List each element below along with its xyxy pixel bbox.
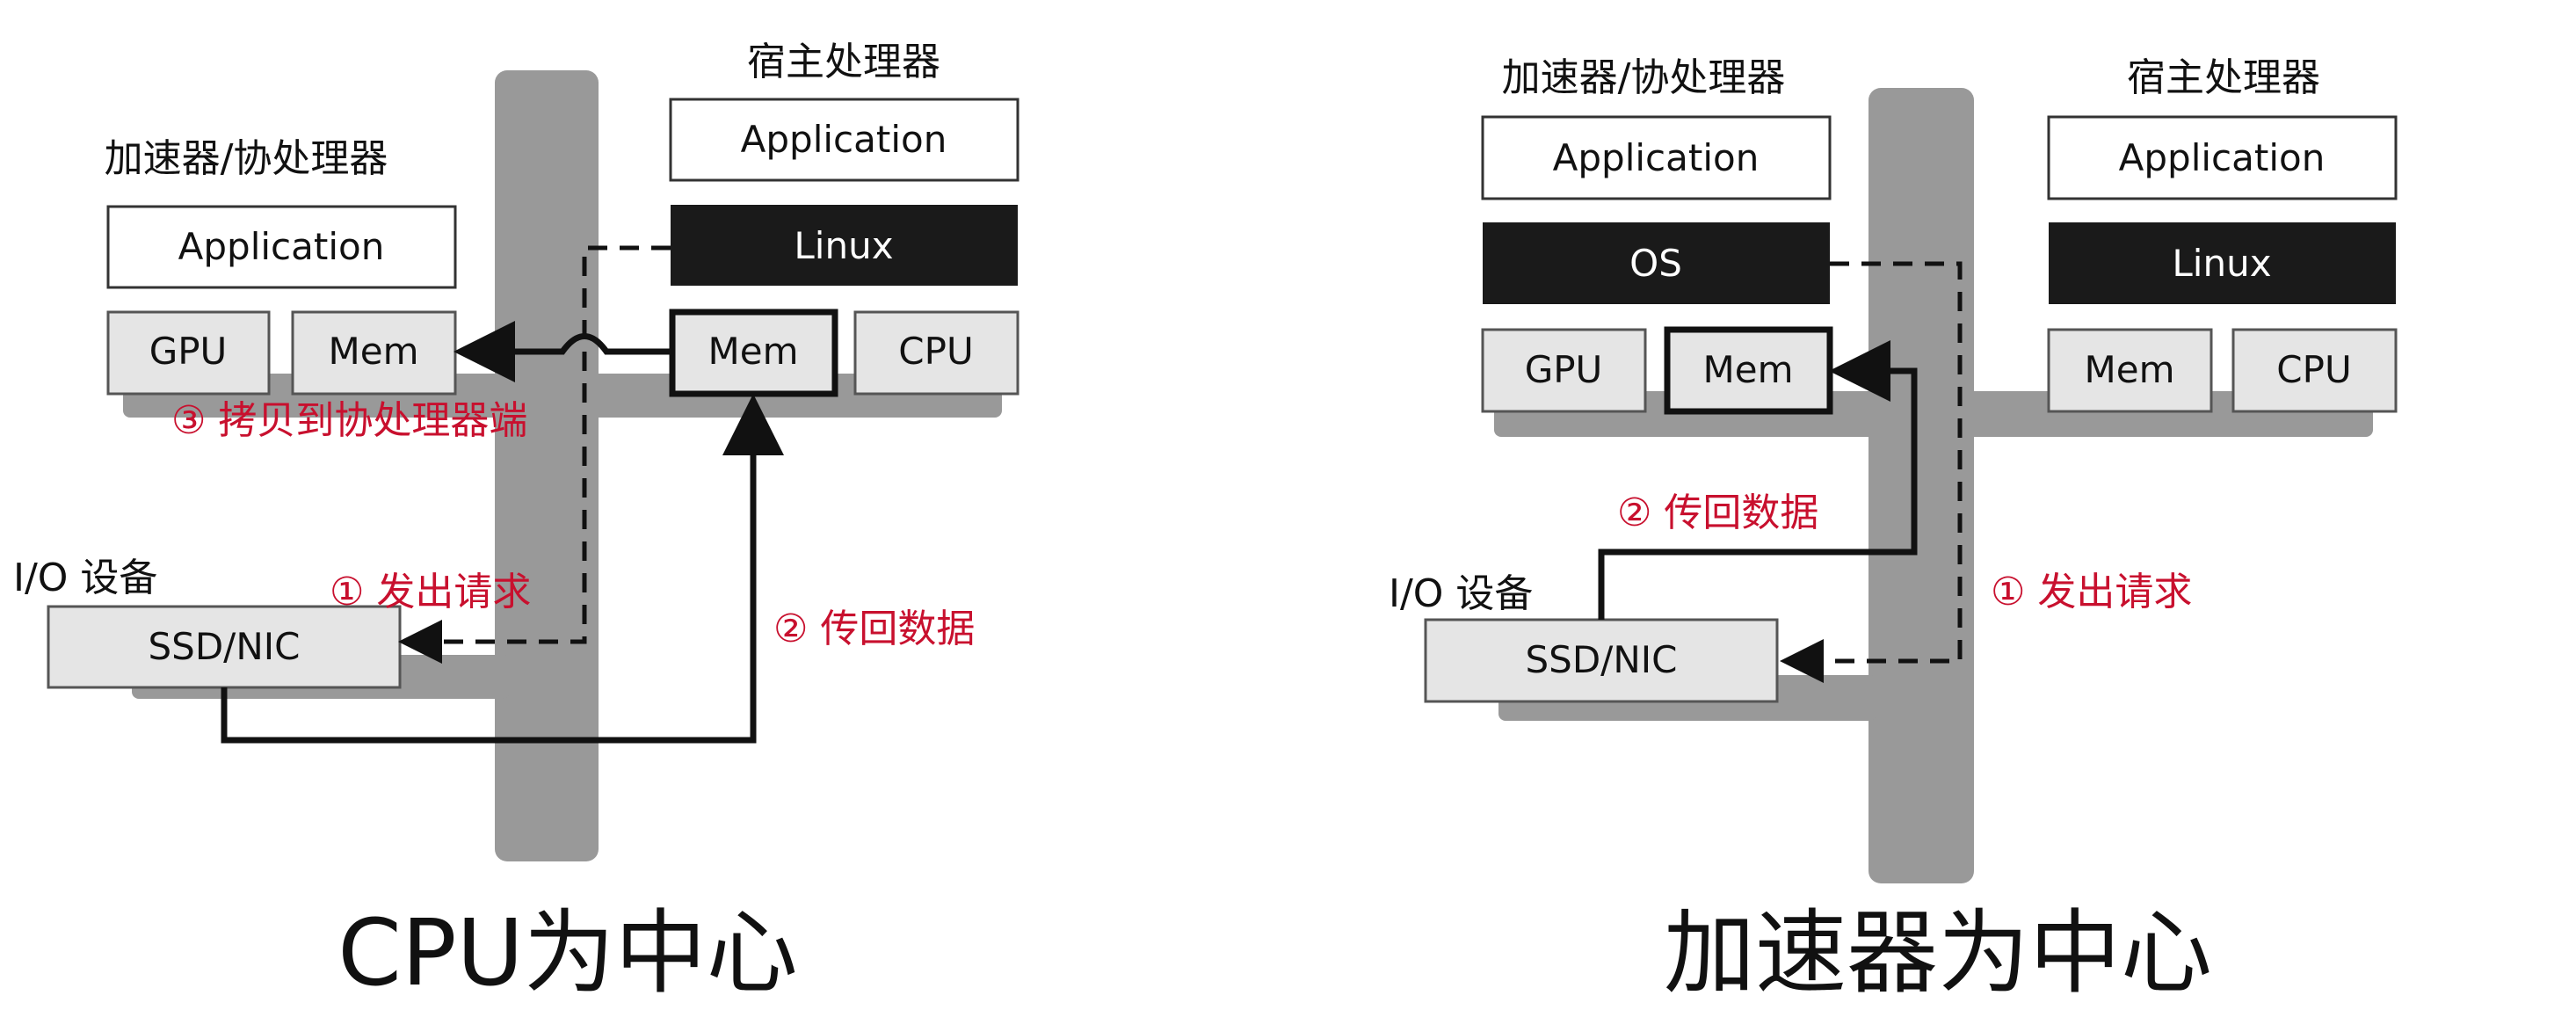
left-io-device-label: SSD/NIC	[149, 625, 301, 668]
right-acc-mem-label: Mem	[1703, 348, 1794, 391]
left-step-request: ① 发出请求	[330, 570, 531, 614]
right-host-title: 宿主处理器	[2127, 55, 2320, 100]
left-step-return: ② 传回数据	[773, 607, 975, 651]
right-io-title: I/O 设备	[1389, 571, 1533, 616]
left-step-copy: ③ 拷贝到协处理器端	[171, 398, 527, 443]
left-host-cpu-label: CPU	[898, 330, 973, 373]
right-io-device-label: SSD/NIC	[1526, 638, 1678, 681]
right-bus	[1494, 88, 2373, 883]
right-acc-title: 加速器/协处理器	[1502, 55, 1786, 100]
right-step-request: ① 发出请求	[1991, 570, 2192, 614]
left-acc-app-label: Application	[178, 225, 385, 268]
right-host-os-label: Linux	[2172, 242, 2271, 285]
right-host-mem-label: Mem	[2085, 348, 2175, 391]
right-host-cpu-label: CPU	[2276, 348, 2351, 391]
left-caption: CPU为中心	[337, 899, 797, 1006]
left-host-app-label: Application	[741, 118, 947, 161]
left-acc-mem-label: Mem	[329, 330, 419, 373]
left-host-mem-label: Mem	[708, 330, 799, 373]
left-acc-gpu-label: GPU	[149, 330, 228, 373]
right-acc-gpu-label: GPU	[1525, 348, 1603, 391]
right-step-return: ② 传回数据	[1617, 490, 1818, 535]
left-io-title: I/O 设备	[13, 556, 157, 600]
left-host-os-label: Linux	[794, 224, 893, 267]
cpu-centric-diagram: 宿主处理器 Application Linux Mem CPU 加速器/协处理器…	[13, 40, 1020, 1006]
architecture-diagram: 宿主处理器 Application Linux Mem CPU 加速器/协处理器…	[13, 40, 2398, 1006]
left-acc-title: 加速器/协处理器	[105, 136, 388, 181]
left-host-title: 宿主处理器	[747, 40, 940, 84]
right-host-app-label: Application	[2119, 136, 2326, 179]
right-caption: 加速器为中心	[1664, 899, 2212, 1006]
accelerator-centric-diagram: 加速器/协处理器 Application OS GPU Mem 宿主处理器 Ap…	[1389, 55, 2398, 1006]
right-acc-os-label: OS	[1629, 242, 1682, 285]
right-acc-app-label: Application	[1553, 136, 1760, 179]
